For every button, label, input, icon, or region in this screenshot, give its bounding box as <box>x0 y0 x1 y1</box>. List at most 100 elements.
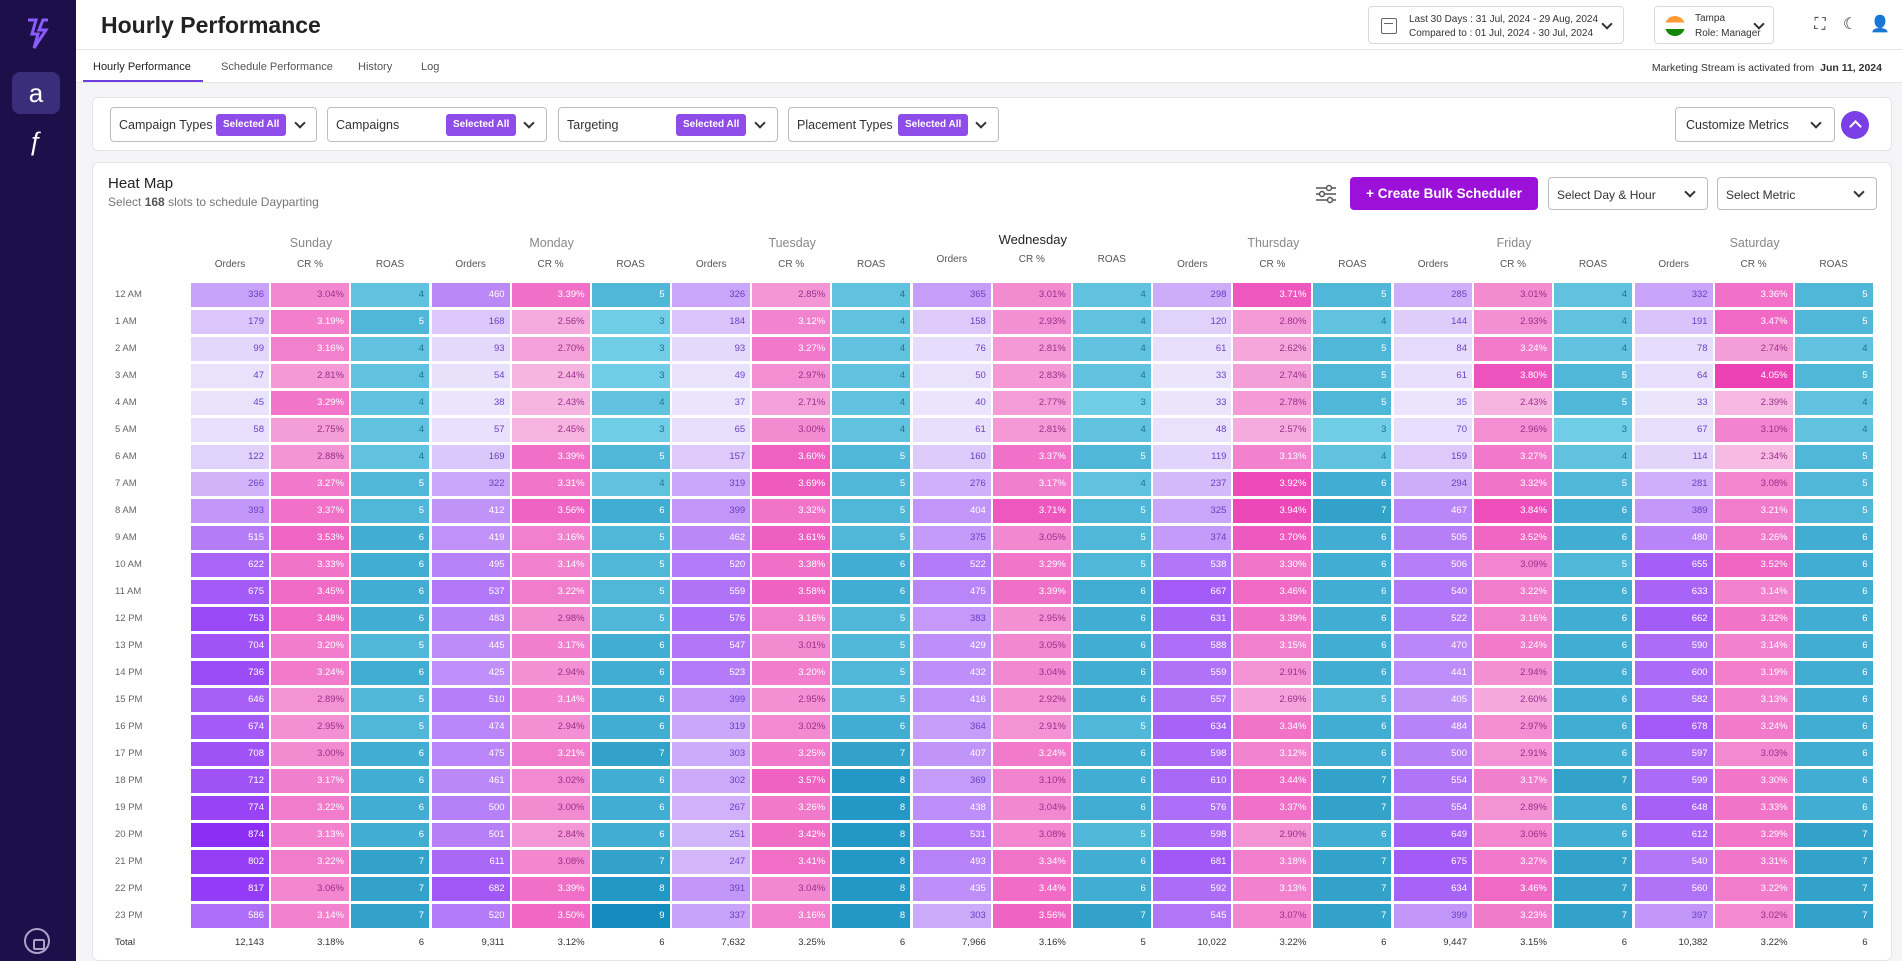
heatmap-cell-orders[interactable]: 495 <box>431 553 510 577</box>
heatmap-cell-cr[interactable]: 2.39% <box>1714 391 1793 415</box>
heatmap-cell-orders[interactable]: 179 <box>191 310 269 334</box>
heatmap-cell-cr[interactable]: 3.27% <box>1474 445 1552 469</box>
heatmap-cell-roas[interactable]: 6 <box>591 823 670 847</box>
heatmap-cell-roas[interactable]: 4 <box>351 283 429 307</box>
heatmap-cell-cr[interactable]: 3.22% <box>511 580 590 604</box>
heatmap-cell-orders[interactable]: 303 <box>912 904 991 928</box>
heatmap-cell-orders[interactable]: 84 <box>1394 337 1472 361</box>
heatmap-cell-cr[interactable]: 3.52% <box>1714 553 1793 577</box>
heatmap-cell-orders[interactable]: 522 <box>912 553 991 577</box>
heatmap-cell-cr[interactable]: 3.04% <box>271 283 349 307</box>
heatmap-cell-roas[interactable]: 8 <box>832 796 911 820</box>
heatmap-cell-cr[interactable]: 3.30% <box>1714 769 1793 793</box>
heatmap-cell-cr[interactable]: 3.71% <box>992 499 1071 523</box>
heatmap-cell-roas[interactable]: 6 <box>1554 499 1632 523</box>
heatmap-cell-orders[interactable]: 590 <box>1634 634 1713 658</box>
heatmap-cell-orders[interactable]: 505 <box>1394 526 1472 550</box>
heatmap-cell-cr[interactable]: 3.12% <box>752 310 831 334</box>
heatmap-cell-orders[interactable]: 389 <box>1634 499 1713 523</box>
heatmap-cell-cr[interactable]: 2.57% <box>1233 418 1312 442</box>
heatmap-cell-cr[interactable]: 3.07% <box>1233 904 1312 928</box>
heatmap-cell-cr[interactable]: 3.14% <box>511 553 590 577</box>
heatmap-cell-orders[interactable]: 237 <box>1153 472 1232 496</box>
heatmap-cell-roas[interactable]: 6 <box>351 553 429 577</box>
heatmap-cell-roas[interactable]: 7 <box>351 904 429 928</box>
heatmap-cell-roas[interactable]: 6 <box>351 823 429 847</box>
heatmap-cell-cr[interactable]: 2.98% <box>511 607 590 631</box>
heatmap-cell-cr[interactable]: 3.48% <box>271 607 349 631</box>
heatmap-cell-roas[interactable]: 5 <box>351 499 429 523</box>
heatmap-cell-roas[interactable]: 6 <box>1072 850 1151 874</box>
heatmap-cell-cr[interactable]: 3.08% <box>1714 472 1793 496</box>
heatmap-cell-roas[interactable]: 5 <box>1794 310 1873 334</box>
heatmap-cell-cr[interactable]: 3.10% <box>1714 418 1793 442</box>
heatmap-cell-cr[interactable]: 3.24% <box>1474 337 1552 361</box>
heatmap-cell-cr[interactable]: 3.33% <box>1714 796 1793 820</box>
heatmap-cell-orders[interactable]: 537 <box>431 580 510 604</box>
heatmap-cell-cr[interactable]: 3.22% <box>1714 877 1793 901</box>
heatmap-cell-roas[interactable]: 6 <box>1313 607 1392 631</box>
heatmap-cell-orders[interactable]: 375 <box>912 526 991 550</box>
heatmap-cell-roas[interactable]: 4 <box>351 418 429 442</box>
heatmap-cell-cr[interactable]: 3.14% <box>1714 634 1793 658</box>
heatmap-cell-roas[interactable]: 7 <box>1313 850 1392 874</box>
heatmap-cell-orders[interactable]: 554 <box>1394 769 1472 793</box>
heatmap-cell-cr[interactable]: 2.81% <box>992 337 1071 361</box>
heatmap-cell-cr[interactable]: 2.80% <box>1233 310 1312 334</box>
heatmap-cell-roas[interactable]: 4 <box>351 391 429 415</box>
heatmap-cell-roas[interactable]: 6 <box>1072 769 1151 793</box>
heatmap-cell-orders[interactable]: 159 <box>1394 445 1472 469</box>
heatmap-cell-roas[interactable]: 4 <box>1072 472 1151 496</box>
heatmap-cell-orders[interactable]: 611 <box>431 850 510 874</box>
heatmap-cell-roas[interactable]: 6 <box>1072 688 1151 712</box>
heatmap-cell-orders[interactable]: 633 <box>1634 580 1713 604</box>
heatmap-cell-cr[interactable]: 3.57% <box>752 769 831 793</box>
heatmap-cell-cr[interactable]: 3.22% <box>271 796 349 820</box>
heatmap-cell-cr[interactable]: 3.06% <box>1474 823 1552 847</box>
customize-metrics-dropdown[interactable]: Customize Metrics <box>1675 107 1835 142</box>
heatmap-cell-roas[interactable]: 4 <box>1554 283 1632 307</box>
heatmap-cell-roas[interactable]: 5 <box>1313 283 1392 307</box>
heatmap-cell-roas[interactable]: 6 <box>591 796 670 820</box>
heatmap-cell-cr[interactable]: 3.08% <box>992 823 1071 847</box>
heatmap-cell-orders[interactable]: 588 <box>1153 634 1232 658</box>
heatmap-cell-cr[interactable]: 2.74% <box>1714 337 1793 361</box>
heatmap-cell-roas[interactable]: 4 <box>591 472 670 496</box>
heatmap-cell-roas[interactable]: 4 <box>1072 418 1151 442</box>
heatmap-cell-orders[interactable]: 500 <box>1394 742 1472 766</box>
heatmap-cell-cr[interactable]: 4.05% <box>1714 364 1793 388</box>
heatmap-cell-cr[interactable]: 3.53% <box>271 526 349 550</box>
heatmap-cell-cr[interactable]: 3.71% <box>1233 283 1312 307</box>
heatmap-cell-cr[interactable]: 2.91% <box>1474 742 1552 766</box>
heatmap-cell-orders[interactable]: 646 <box>191 688 269 712</box>
heatmap-cell-roas[interactable]: 6 <box>1313 580 1392 604</box>
heatmap-cell-roas[interactable]: 3 <box>1554 418 1632 442</box>
heatmap-cell-roas[interactable]: 7 <box>1313 877 1392 901</box>
sliders-icon[interactable] <box>1315 184 1337 204</box>
heatmap-cell-orders[interactable]: 559 <box>1153 661 1232 685</box>
heatmap-cell-roas[interactable]: 8 <box>832 823 911 847</box>
heatmap-cell-roas[interactable]: 3 <box>591 310 670 334</box>
heatmap-cell-roas[interactable]: 5 <box>1794 499 1873 523</box>
heatmap-cell-roas[interactable]: 5 <box>351 688 429 712</box>
heatmap-cell-roas[interactable]: 6 <box>1794 742 1873 766</box>
heatmap-cell-roas[interactable]: 5 <box>1554 364 1632 388</box>
heatmap-cell-roas[interactable]: 4 <box>1072 337 1151 361</box>
heatmap-cell-orders[interactable]: 522 <box>1394 607 1472 631</box>
heatmap-cell-roas[interactable]: 6 <box>351 607 429 631</box>
heatmap-cell-roas[interactable]: 5 <box>1794 283 1873 307</box>
heatmap-cell-cr[interactable]: 3.00% <box>271 742 349 766</box>
heatmap-cell-cr[interactable]: 2.69% <box>1233 688 1312 712</box>
heatmap-cell-orders[interactable]: 416 <box>912 688 991 712</box>
heatmap-cell-cr[interactable]: 2.89% <box>271 688 349 712</box>
heatmap-cell-orders[interactable]: 419 <box>431 526 510 550</box>
heatmap-cell-roas[interactable]: 5 <box>832 445 911 469</box>
heatmap-cell-roas[interactable]: 4 <box>351 445 429 469</box>
heatmap-cell-cr[interactable]: 2.95% <box>752 688 831 712</box>
heatmap-cell-cr[interactable]: 3.34% <box>992 850 1071 874</box>
heatmap-cell-roas[interactable]: 6 <box>1072 742 1151 766</box>
heatmap-cell-roas[interactable]: 5 <box>591 580 670 604</box>
heatmap-cell-cr[interactable]: 3.20% <box>752 661 831 685</box>
heatmap-cell-cr[interactable]: 3.05% <box>992 634 1071 658</box>
heatmap-cell-roas[interactable]: 6 <box>1554 661 1632 685</box>
